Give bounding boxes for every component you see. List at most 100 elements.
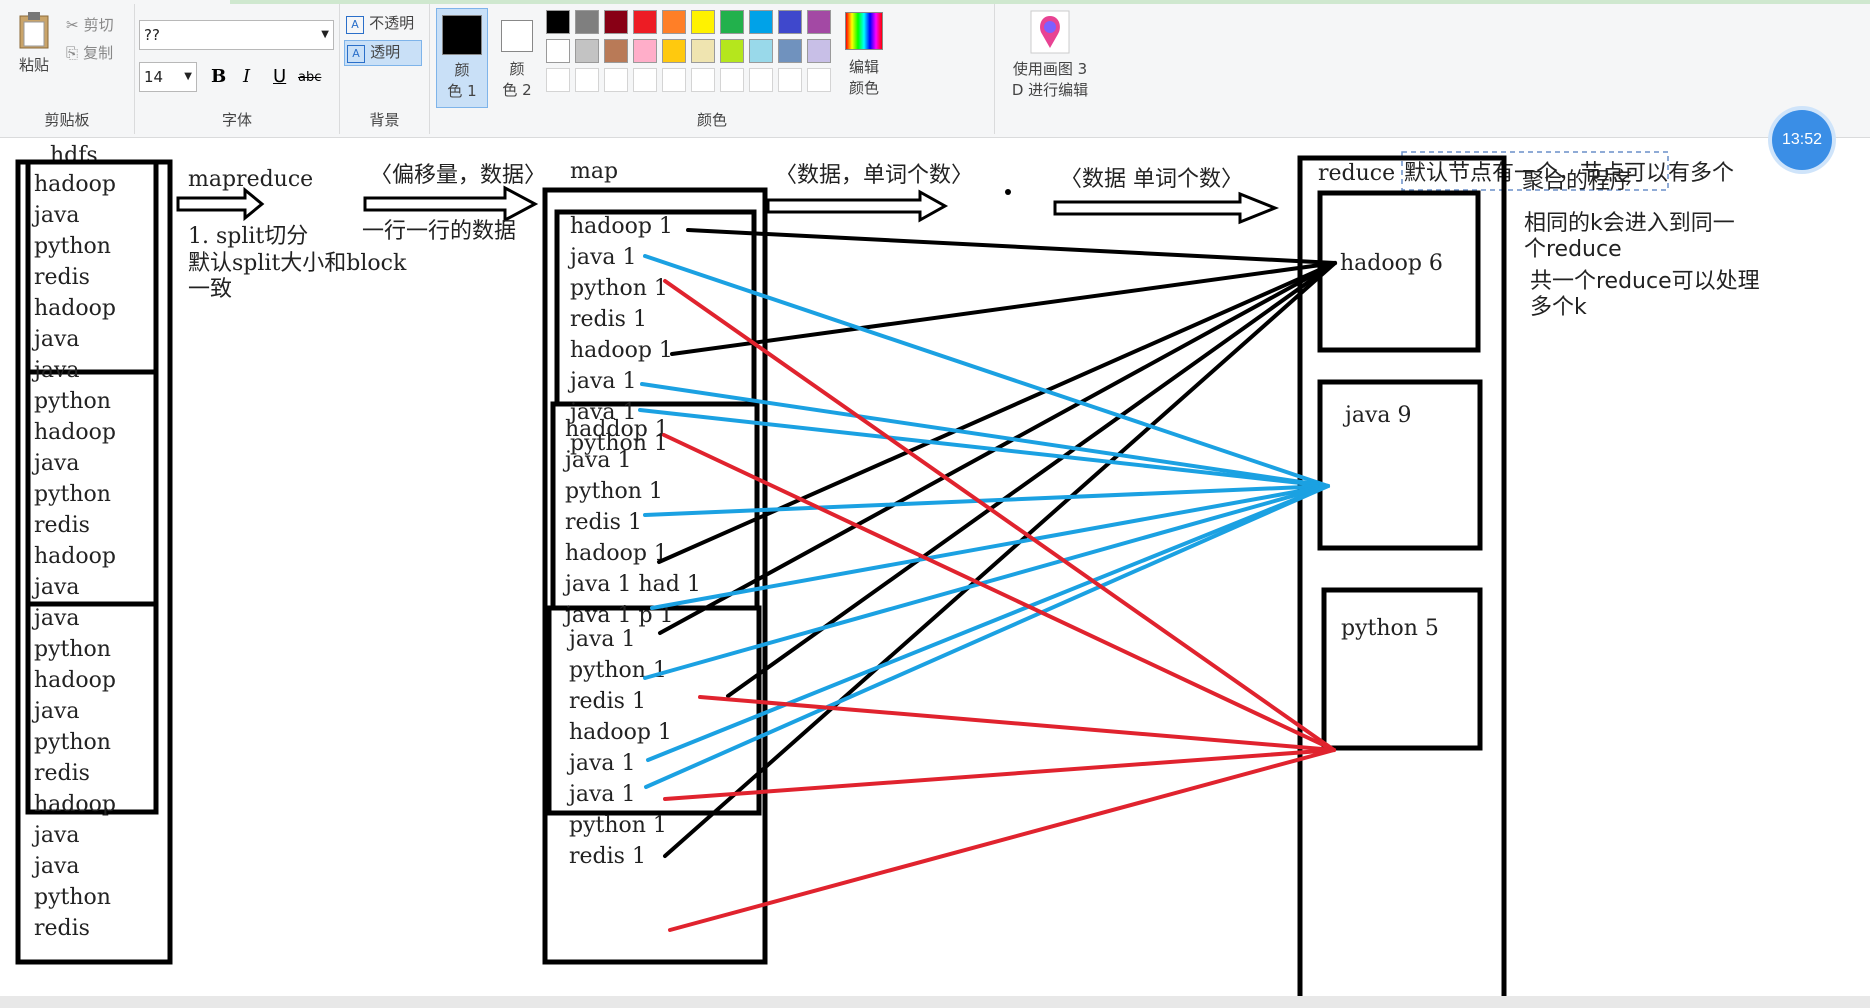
- color-palette: [546, 10, 846, 100]
- palette-color-swatch[interactable]: [633, 39, 657, 63]
- note-aggregate: 聚合的程序: [1522, 169, 1632, 194]
- reduce-box: [1297, 155, 1507, 996]
- palette-color-swatch[interactable]: [720, 39, 744, 63]
- palette-color-swatch[interactable]: [546, 39, 570, 63]
- underline-button[interactable]: U: [273, 66, 286, 87]
- chevron-down-icon: ▼: [321, 29, 329, 40]
- reduce-python-label: python 5: [1341, 616, 1439, 641]
- paint3d-icon: [1030, 10, 1070, 54]
- copy-button[interactable]: ⎘ 复制: [66, 42, 136, 66]
- data-count-arrow: [766, 189, 949, 223]
- hdfs-word: redis: [34, 265, 90, 290]
- palette-color-swatch[interactable]: [575, 10, 599, 34]
- palette-color-swatch[interactable]: [778, 10, 802, 34]
- palette-color-swatch[interactable]: [749, 39, 773, 63]
- hdfs-word: java: [31, 451, 79, 476]
- palette-color-swatch[interactable]: [778, 39, 802, 63]
- palette-color-swatch[interactable]: [691, 68, 715, 92]
- paint3d-line2: D 进行编辑: [1011, 81, 1089, 99]
- opaque-button[interactable]: A 不透明: [346, 12, 426, 36]
- palette-color-swatch[interactable]: [546, 68, 570, 92]
- map-word-block2: hadoop 1: [565, 541, 668, 566]
- paint3d-button[interactable]: 使用画图 3 D 进行编辑: [995, 10, 1105, 110]
- strikethrough-button[interactable]: abc: [298, 70, 321, 85]
- scissors-icon: ✂: [66, 16, 79, 34]
- reduce-hadoop-label: hadoop 6: [1340, 251, 1443, 276]
- palette-color-swatch[interactable]: [720, 10, 744, 34]
- paste-button[interactable]: 粘贴: [10, 10, 58, 80]
- palette-color-swatch[interactable]: [807, 68, 831, 92]
- note-samek-line2: 个reduce: [1524, 237, 1622, 262]
- paint3d-line1: 使用画图 3: [1012, 60, 1088, 78]
- palette-color-swatch[interactable]: [633, 10, 657, 34]
- palette-color-swatch[interactable]: [691, 10, 715, 34]
- color2-swatch: [501, 20, 533, 52]
- palette-color-swatch[interactable]: [633, 68, 657, 92]
- mapreduce-diagram: hdfs hadoopjavapythonredishadoopjavajava…: [15, 143, 1760, 996]
- ribbon: 粘贴 ✂ 剪切 ⎘ 复制 剪贴板 ?? ▼ 14 ▼ B I U abc 字体 …: [0, 0, 1870, 138]
- palette-color-swatch[interactable]: [662, 39, 686, 63]
- java-shuffle-line: [640, 382, 1330, 488]
- palette-color-swatch[interactable]: [546, 10, 570, 34]
- palette-color-swatch[interactable]: [749, 10, 773, 34]
- palette-color-swatch[interactable]: [575, 68, 599, 92]
- hdfs-word-list: hadoop java python redis hadoop java java pytho…: [31, 172, 116, 941]
- clock-time: 13:52: [1781, 131, 1823, 148]
- edit-colors-button[interactable]: 编辑 颜色: [838, 10, 890, 110]
- data-count-label: 〈数据，单词个数〉: [775, 163, 973, 188]
- transparent-button[interactable]: A 透明: [344, 40, 422, 66]
- palette-color-swatch[interactable]: [749, 68, 773, 92]
- map-word-block3: redis 1: [569, 844, 646, 869]
- opaque-icon: A: [346, 16, 364, 34]
- split-note-line1: 1. split切分: [188, 224, 308, 249]
- cut-label: 剪切: [83, 16, 114, 34]
- palette-color-swatch[interactable]: [604, 10, 628, 34]
- copy-icon: ⎘: [66, 44, 79, 62]
- hdfs-word: java: [31, 854, 79, 879]
- palette-color-swatch[interactable]: [778, 68, 802, 92]
- clock-badge[interactable]: 13:52: [1772, 110, 1832, 170]
- drawing-canvas[interactable]: hdfs hadoop java python redis hadoop java java…: [0, 138, 1870, 996]
- hdfs-word: java: [31, 606, 79, 631]
- palette-color-swatch[interactable]: [691, 39, 715, 63]
- font-family-select[interactable]: ?? ▼: [139, 20, 334, 50]
- hdfs-word: java: [31, 823, 79, 848]
- clipboard-group-label: 剪贴板: [44, 111, 90, 129]
- map-word-block3: java 1: [566, 751, 635, 776]
- background-group-label: 背景: [369, 111, 400, 129]
- palette-color-swatch[interactable]: [720, 68, 744, 92]
- cut-button[interactable]: ✂ 剪切: [66, 14, 136, 38]
- palette-color-swatch[interactable]: [662, 68, 686, 92]
- colors-group: 颜 色 1 颜 色 2 编辑 颜色 颜色: [430, 4, 995, 134]
- map-word-block3: python 1: [569, 658, 667, 683]
- palette-color-swatch[interactable]: [807, 39, 831, 63]
- note-one-reduce-line1: 共一个reduce可以处理: [1530, 269, 1760, 294]
- palette-color-swatch[interactable]: [575, 39, 599, 63]
- map-word-block1: java 1: [567, 369, 636, 394]
- split-note-line3: 一致: [188, 277, 232, 302]
- hdfs-word: python: [34, 234, 111, 259]
- reduce-label: reduce: [1318, 161, 1395, 186]
- bold-button[interactable]: B: [211, 66, 226, 87]
- font-size-select[interactable]: 14 ▼: [139, 62, 197, 92]
- font-size-value: 14: [144, 68, 164, 86]
- split-note-line2: 默认split大小和block: [188, 251, 407, 276]
- stray-dot: [1005, 189, 1011, 195]
- hdfs-word: java: [31, 203, 79, 228]
- hdfs-word: hadoop: [34, 172, 116, 197]
- palette-color-swatch[interactable]: [604, 39, 628, 63]
- color2-button[interactable]: 颜 色 2: [492, 8, 542, 108]
- reduce-java-label: java 9: [1342, 403, 1411, 428]
- hdfs-word: hadoop: [34, 668, 116, 693]
- palette-color-swatch[interactable]: [604, 68, 628, 92]
- clipboard-icon: [19, 12, 49, 49]
- line-by-line-label: 一行一行的数据: [362, 219, 516, 244]
- hdfs-word: java: [31, 699, 79, 724]
- palette-color-swatch[interactable]: [807, 10, 831, 34]
- palette-color-swatch[interactable]: [662, 10, 686, 34]
- italic-button[interactable]: I: [243, 66, 250, 87]
- java-shuffle-line: [643, 254, 1330, 488]
- color1-button[interactable]: 颜 色 1: [436, 8, 488, 108]
- shuffle-lines: [638, 228, 1337, 932]
- hdfs-word: redis: [34, 761, 90, 786]
